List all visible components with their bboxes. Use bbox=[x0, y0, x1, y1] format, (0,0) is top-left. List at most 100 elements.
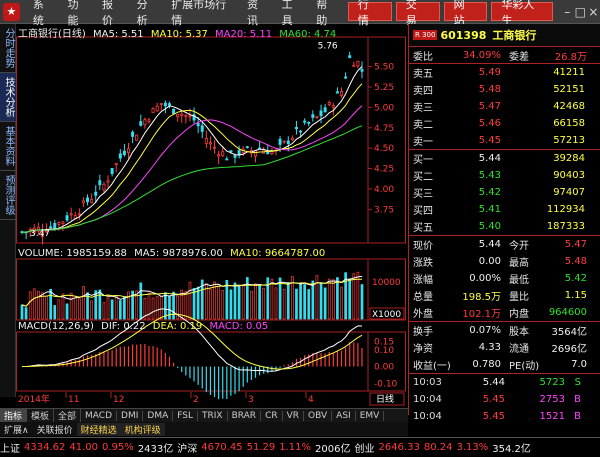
volume-bar bbox=[241, 284, 245, 320]
ma20-line bbox=[21, 105, 363, 233]
candle-body bbox=[49, 226, 53, 229]
tab-market[interactable]: 行 情 bbox=[347, 0, 392, 27]
volume-bar bbox=[254, 283, 257, 320]
candle-body bbox=[122, 150, 126, 155]
stat-value: 0.00 bbox=[478, 256, 501, 267]
candle-body bbox=[118, 153, 122, 159]
volume-bar bbox=[270, 278, 274, 320]
index-percent: 1.11% bbox=[279, 442, 312, 453]
weicha-label: 委差 bbox=[509, 51, 529, 63]
candle-body bbox=[110, 167, 114, 174]
tab-website[interactable]: 网 站 bbox=[443, 0, 488, 27]
sell-level-row: 卖五 5.49 41211 bbox=[409, 64, 600, 81]
tab-fundamentals[interactable]: 基本资料 bbox=[0, 122, 17, 171]
weibi-label: 委比 bbox=[413, 51, 433, 63]
tab-forecast[interactable]: 预测评级 bbox=[0, 171, 17, 220]
tab-intraday[interactable]: 分时走势 bbox=[0, 24, 17, 73]
tab-huacai[interactable]: 华彩人生 bbox=[491, 0, 553, 27]
index-name: 沪深 bbox=[177, 444, 198, 455]
kline-chart-svg[interactable]: 5.50 5.25 5.00 4.75 4.50 4.25 4.00 3.75 5.76 3.47… bbox=[16, 24, 406, 408]
tab-extend[interactable]: 扩展∧ bbox=[0, 423, 33, 436]
sell-price: 5.46 bbox=[478, 118, 501, 129]
sell-level-label: 卖三 bbox=[413, 103, 433, 114]
indicator-tab[interactable]: 指标 bbox=[0, 409, 28, 422]
kline-title: 工商银行(日线) bbox=[18, 29, 86, 40]
buy-price: 5.44 bbox=[478, 153, 501, 164]
period-label[interactable]: 日线 bbox=[376, 393, 394, 405]
sell-level-label: 卖二 bbox=[413, 120, 433, 131]
stat-label: 涨幅 bbox=[413, 275, 433, 286]
price-tick-label: 4.50 bbox=[374, 144, 394, 154]
minimize-icon[interactable]: – bbox=[561, 5, 574, 19]
stock-name: 工商银行 bbox=[492, 29, 537, 42]
indicator-tab[interactable]: 模板 bbox=[27, 409, 55, 422]
volume-bar bbox=[188, 281, 192, 320]
tab-institution-rating[interactable]: 机构评级 bbox=[120, 422, 165, 436]
indicator-tab[interactable]: FSL bbox=[173, 410, 198, 421]
volume-bar bbox=[237, 285, 241, 320]
tab-finance-picks[interactable]: 财经精选 bbox=[76, 422, 121, 436]
indicator-tab[interactable]: VR bbox=[283, 410, 305, 421]
volume-bar bbox=[151, 297, 155, 320]
volume-bar bbox=[245, 277, 249, 320]
tick-price: 5.44 bbox=[482, 377, 505, 388]
candle-body bbox=[53, 222, 57, 230]
volume-bar bbox=[20, 304, 24, 320]
candle-body bbox=[163, 102, 167, 107]
market-badge: R 300 bbox=[413, 30, 438, 40]
volume-bar bbox=[57, 299, 61, 320]
indicator-tab[interactable]: EMV bbox=[356, 410, 385, 421]
volume-bar bbox=[155, 296, 159, 320]
indicator-tab[interactable]: TRIX bbox=[198, 410, 228, 421]
stat-row: 涨幅 0.00% 最低 5.42 bbox=[409, 270, 600, 287]
indicator-tab[interactable]: OBV bbox=[304, 410, 333, 421]
stat-value: 102.1万 bbox=[462, 309, 501, 320]
candle-body bbox=[294, 126, 298, 130]
buy-price: 5.42 bbox=[478, 187, 501, 198]
indicator-tab[interactable]: DMA bbox=[143, 410, 174, 421]
ma5-label: MA5: 5.51 bbox=[93, 29, 144, 40]
volume-bar bbox=[319, 282, 323, 320]
indicator-tab[interactable]: 全部 bbox=[54, 409, 82, 422]
volume-bar bbox=[336, 277, 339, 320]
indicator-tab[interactable]: DMI bbox=[117, 410, 144, 421]
stat-value: 1.15 bbox=[564, 290, 587, 301]
sell-level-row: 卖三 5.47 42468 bbox=[409, 98, 600, 115]
stat-value: 5.47 bbox=[564, 239, 587, 250]
indicator-tab[interactable]: MACD bbox=[81, 410, 118, 421]
volume-bar bbox=[159, 295, 163, 320]
chart-area[interactable]: 5.50 5.25 5.00 4.75 4.50 4.25 4.00 3.75 5.76 3.47… bbox=[16, 24, 406, 408]
volume-bar bbox=[82, 286, 85, 320]
volume-bar bbox=[37, 290, 40, 320]
buy-level-label: 买一 bbox=[413, 155, 433, 166]
tab-trade[interactable]: 交 易 bbox=[395, 0, 440, 27]
candle-body bbox=[114, 163, 118, 166]
volume-bar bbox=[28, 291, 32, 320]
candle-body bbox=[77, 213, 81, 216]
candle-body bbox=[135, 134, 139, 141]
maximize-icon[interactable]: □ bbox=[574, 5, 587, 19]
candle-body bbox=[61, 221, 65, 224]
sell-level-row: 卖一 5.45 57213 bbox=[409, 132, 600, 149]
weibi-value: 34.09% bbox=[462, 49, 501, 61]
index-name: 上证 bbox=[0, 444, 20, 455]
info-row: 换手 0.07% 股本 3564亿 bbox=[409, 322, 600, 339]
buy-volume: 187333 bbox=[546, 221, 585, 232]
stat-label: 最低 bbox=[509, 275, 529, 286]
close-icon[interactable]: × bbox=[587, 5, 600, 19]
indicator-tab[interactable]: ASI bbox=[332, 410, 356, 421]
candle-body bbox=[86, 197, 90, 203]
tab-technical[interactable]: 技术分析 bbox=[0, 73, 17, 122]
indicator-tab[interactable]: CR bbox=[261, 410, 283, 421]
indicator-tab[interactable]: BRAR bbox=[228, 410, 262, 421]
buy-level-label: 买三 bbox=[413, 189, 433, 200]
buy-volume: 112934 bbox=[546, 204, 585, 215]
sell-level-label: 卖一 bbox=[413, 137, 433, 148]
volume-bar bbox=[69, 292, 73, 320]
buy-price: 5.43 bbox=[478, 170, 501, 181]
info-value: 4.33 bbox=[478, 342, 501, 353]
tab-related-quotes[interactable]: 关联报价 bbox=[33, 423, 77, 436]
volume-bar bbox=[340, 286, 343, 320]
sell-book: 卖五 5.49 41211 卖四 5.48 52151 卖三 5.47 42468 卖二 5.46 6… bbox=[409, 63, 600, 149]
volume-bar bbox=[286, 282, 290, 320]
